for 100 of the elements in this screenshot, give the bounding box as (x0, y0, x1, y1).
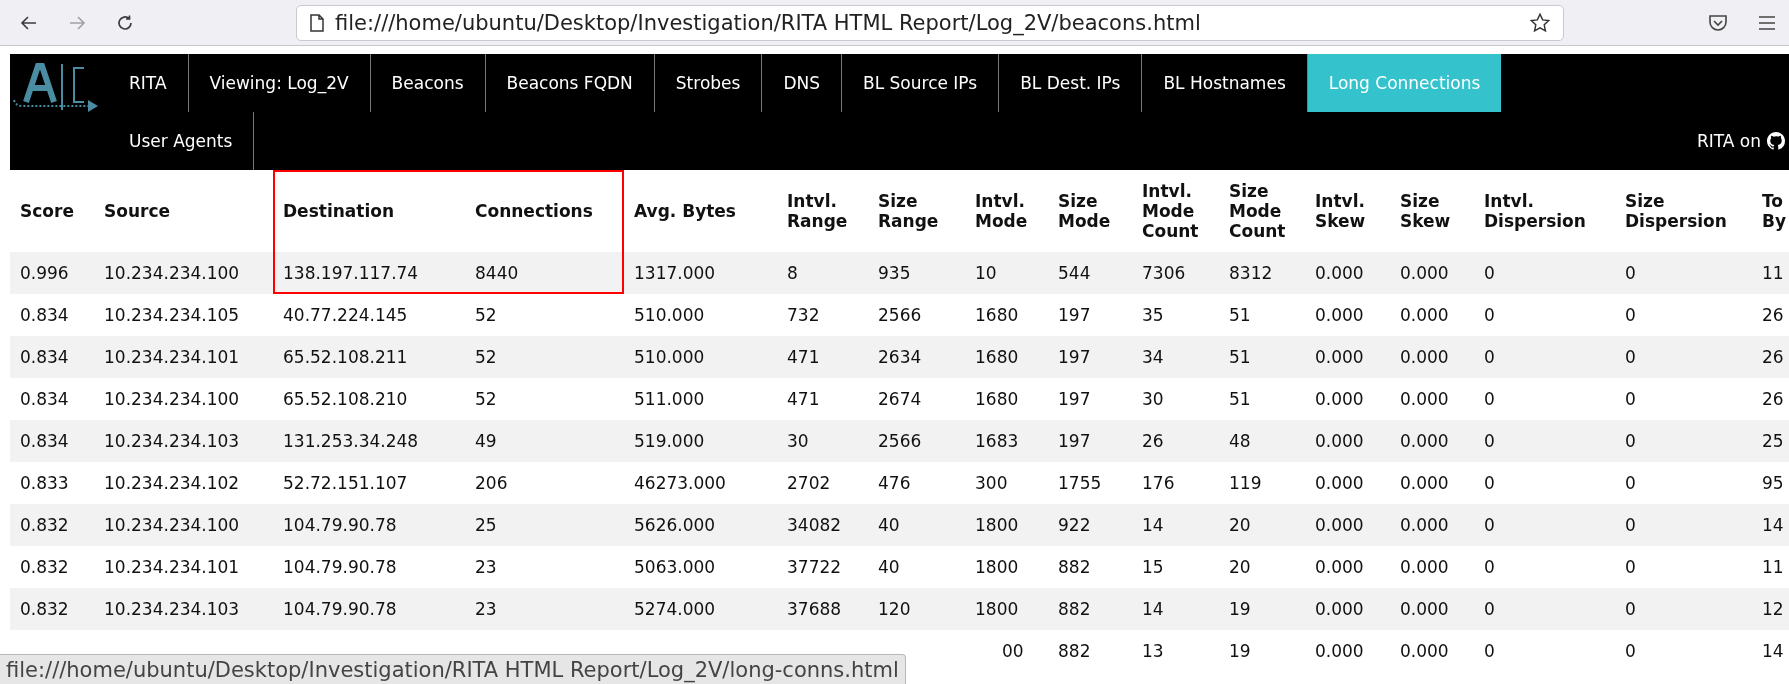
table-cell: 1680 (965, 378, 1048, 420)
table-cell: 0 (1615, 336, 1752, 378)
table-cell: 471 (777, 336, 868, 378)
table-cell: 0.000 (1390, 588, 1474, 630)
table-cell: 0.000 (1390, 294, 1474, 336)
table-cell: 37722 (777, 546, 868, 588)
table-cell: 30 (1132, 378, 1219, 420)
table-cell: 0 (1615, 420, 1752, 462)
nav-link[interactable]: BL Hostnames (1142, 54, 1308, 112)
menu-icon[interactable] (1757, 13, 1777, 32)
forward-arrow-icon (68, 13, 86, 32)
table-cell: 131.253.34.248 (273, 420, 465, 462)
table-cell: 20 (1219, 504, 1305, 546)
table-cell: 23 (465, 588, 624, 630)
nav-link[interactable]: BL Source IPs (842, 54, 1000, 112)
url-text: file:///home/ubuntu/Desktop/Investigation/RITA HTML Report/Log_2V/beacons.html (335, 10, 1202, 35)
table-cell: 10.234.234.100 (94, 504, 273, 546)
table-cell: 0.000 (1305, 504, 1390, 546)
column-header[interactable]: To By (1752, 170, 1789, 252)
table-cell: 544 (1048, 252, 1132, 294)
table-cell: 23 (465, 546, 624, 588)
table-cell: 1683 (965, 420, 1048, 462)
table-cell: 0 (1474, 462, 1615, 504)
table-cell: 511.000 (624, 378, 777, 420)
table-cell: 7306 (1132, 252, 1219, 294)
page-icon (309, 13, 325, 32)
table-cell: 52.72.151.107 (273, 462, 465, 504)
nav-link[interactable]: BL Dest. IPs (999, 54, 1143, 112)
table-cell: 120 (868, 588, 965, 630)
back-arrow-icon (20, 13, 38, 32)
table-cell: 0 (1474, 294, 1615, 336)
table-cell: 20 (1219, 546, 1305, 588)
table-cell: 30 (777, 420, 868, 462)
table-cell: 300 (965, 462, 1048, 504)
github-link[interactable]: RITA on (1696, 112, 1789, 170)
column-header[interactable]: Size Mode (1048, 170, 1132, 252)
status-link-url: file:///home/ubuntu/Desktop/Investigation/RITA HTML Report/Log_2V/long-conns.html (0, 654, 906, 684)
column-header[interactable]: Size Range (868, 170, 965, 252)
table-cell: 0.833 (10, 462, 94, 504)
table-cell: 0 (1474, 336, 1615, 378)
table-cell: 52 (465, 294, 624, 336)
nav-link[interactable]: User Agents (108, 112, 255, 170)
nav-link[interactable]: DNS (762, 54, 843, 112)
column-header[interactable]: Score (10, 170, 94, 252)
column-header[interactable]: Size Mode Count (1219, 170, 1305, 252)
table-cell: 0.832 (10, 546, 94, 588)
table-cell: 0 (1474, 588, 1615, 630)
table-cell: 0.000 (1305, 378, 1390, 420)
table-cell: 8440 (465, 252, 624, 294)
table-cell: 10.234.234.102 (94, 462, 273, 504)
column-header[interactable]: Intvl. Dispersion (1474, 170, 1615, 252)
column-header[interactable]: Intvl. Mode Count (1132, 170, 1219, 252)
nav-link[interactable]: RITA (108, 54, 189, 112)
table-cell: 12 (1752, 588, 1789, 630)
nav-link[interactable]: Strobes (654, 54, 763, 112)
column-header[interactable]: Intvl. Skew (1305, 170, 1390, 252)
table-cell: 104.79.90.78 (273, 546, 465, 588)
address-bar[interactable]: file:///home/ubuntu/Desktop/Investigation/RITA HTML Report/Log_2V/beacons.html (296, 4, 1564, 41)
table-cell: 2634 (868, 336, 965, 378)
table-cell: 40 (868, 546, 965, 588)
table-cell: 25 (465, 504, 624, 546)
column-header[interactable]: Intvl. Mode (965, 170, 1048, 252)
table-cell: 0 (1615, 378, 1752, 420)
table-cell: 104.79.90.78 (273, 504, 465, 546)
table-cell: 49 (465, 420, 624, 462)
table-cell: 40 (868, 504, 965, 546)
column-header[interactable]: Connections (465, 170, 624, 252)
column-header[interactable]: Destination (273, 170, 465, 252)
column-header[interactable]: Source (94, 170, 273, 252)
nav-link[interactable]: Beacons (370, 54, 486, 112)
table-cell: 2674 (868, 378, 965, 420)
table-cell: 51 (1219, 294, 1305, 336)
table-cell: 19 (1219, 588, 1305, 630)
table-cell: 0 (1615, 546, 1752, 588)
table-cell: 0.000 (1305, 588, 1390, 630)
star-icon[interactable] (1529, 11, 1551, 34)
table-cell: 2566 (868, 294, 965, 336)
table-cell: 0.000 (1390, 420, 1474, 462)
nav-link[interactable]: Viewing: Log_2V (188, 54, 371, 112)
table-cell: 51 (1219, 378, 1305, 420)
reload-icon (116, 13, 134, 32)
table-cell: 935 (868, 252, 965, 294)
column-header[interactable]: Avg. Bytes (624, 170, 777, 252)
table-cell: 15 (1132, 546, 1219, 588)
github-icon (1767, 132, 1785, 150)
table-cell: 26 (1752, 294, 1789, 336)
table-cell: 0.000 (1390, 336, 1474, 378)
table-cell: 104.79.90.78 (273, 588, 465, 630)
table-cell: 476 (868, 462, 965, 504)
table-cell: 0.834 (10, 336, 94, 378)
table-cell: 0.996 (10, 252, 94, 294)
table-cell: 40.77.224.145 (273, 294, 465, 336)
table-cell: 65.52.108.210 (273, 378, 465, 420)
column-header[interactable]: Size Dispersion (1615, 170, 1752, 252)
table-cell: 0 (1615, 588, 1752, 630)
table-cell: 0.834 (10, 294, 94, 336)
table-cell: 14 (1752, 504, 1789, 546)
column-header[interactable]: Size Skew (1390, 170, 1474, 252)
column-header[interactable]: Intvl. Range (777, 170, 868, 252)
nav-link[interactable]: Beacons FQDN (485, 54, 655, 112)
